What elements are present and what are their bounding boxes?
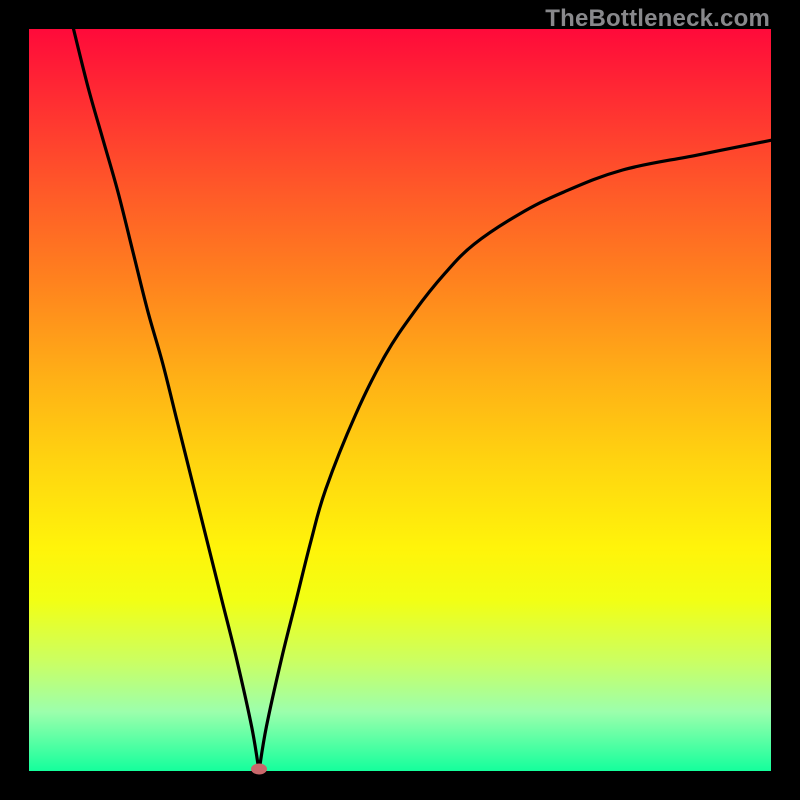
minimum-marker <box>251 764 267 775</box>
bottleneck-curve <box>29 29 771 771</box>
chart-frame: TheBottleneck.com <box>0 0 800 800</box>
plot-area <box>29 29 771 771</box>
